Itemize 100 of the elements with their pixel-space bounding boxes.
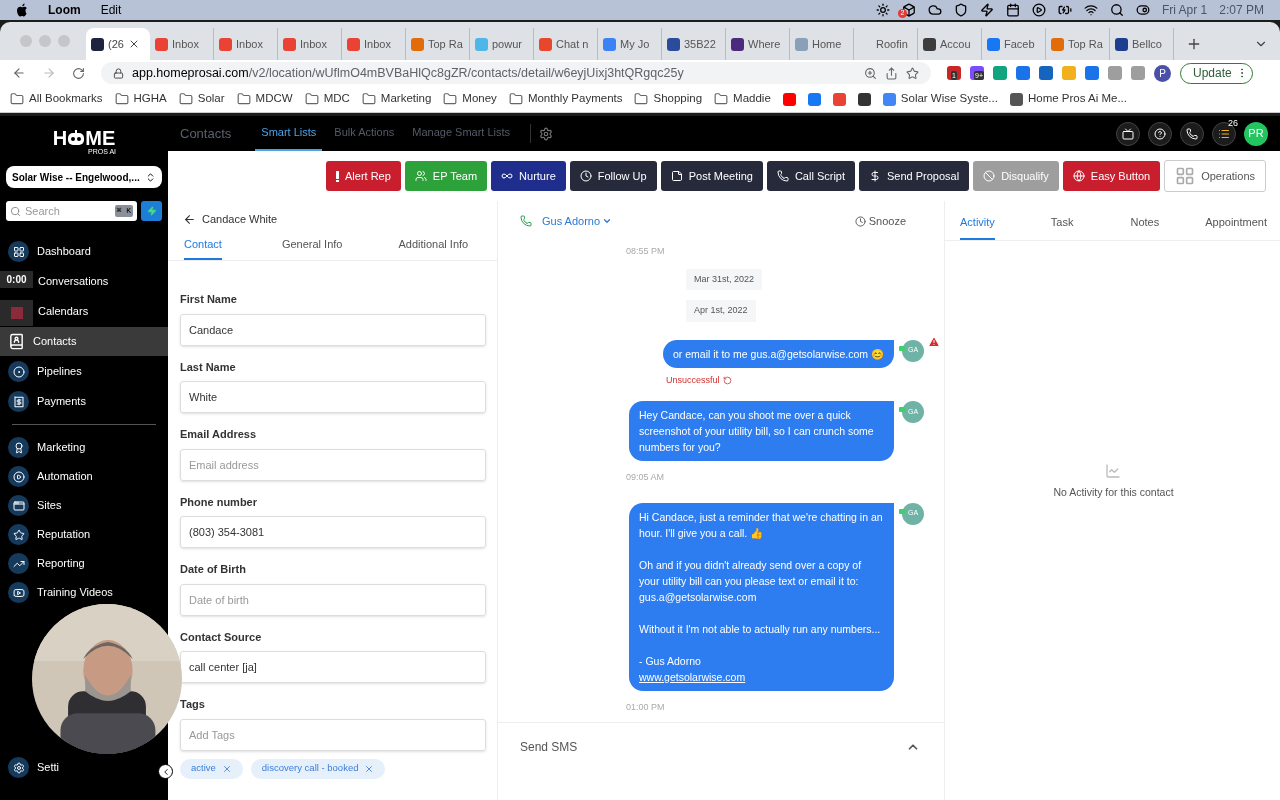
action-button[interactable]: Post Meeting <box>660 161 763 191</box>
nav-item[interactable]: Marketing <box>37 439 86 456</box>
nav-item[interactable]: Training Videos <box>37 584 113 601</box>
apple-icon[interactable] <box>16 3 28 17</box>
list-icon[interactable] <box>1212 121 1236 146</box>
input-field[interactable]: White <box>180 381 486 413</box>
action-button[interactable]: Nurture <box>491 161 566 191</box>
input-field[interactable]: Date of birth <box>180 583 486 616</box>
calendar-icon[interactable] <box>1005 3 1020 17</box>
field-label: Last Name <box>180 359 237 375</box>
location-selector[interactable]: Solar Wise -- Engelwood,... <box>6 166 162 188</box>
action-button[interactable]: Call Script <box>766 161 855 191</box>
message-time: 01:00 PM <box>626 700 666 714</box>
bookmark-star-icon[interactable] <box>906 66 919 80</box>
sms-icon <box>899 508 905 514</box>
nav-item[interactable]: Setti <box>37 759 59 776</box>
sun-icon[interactable] <box>875 3 890 17</box>
bookmark-link[interactable]: HGHA <box>133 90 167 108</box>
cloud-icon[interactable] <box>927 3 942 17</box>
url-text: app.homeprosai.com/v2/location/wUflmO4mBVBaHlQc8gZR/contacts/detail/w6eyjUixj3htQRgqc25y <box>132 64 684 82</box>
nav-item[interactable]: Dashboard <box>37 243 91 260</box>
zoom-icon[interactable] <box>864 66 877 80</box>
shield-icon[interactable] <box>953 3 968 17</box>
bookmark-link[interactable]: All Bookmarks <box>29 90 103 108</box>
bookmark-link[interactable]: Monthly Payments <box>527 90 623 108</box>
nav-item[interactable]: Reporting <box>37 555 85 572</box>
tag-chip[interactable]: active <box>180 758 243 779</box>
input-field[interactable]: Candace <box>180 313 486 346</box>
address-bar[interactable]: app.homeprosai.com/v2/location/wUflmO4mBVBaHlQc8gZR/contacts/detail/w6eyjUixj3htQRgqc25y <box>101 62 931 84</box>
bookmark-link[interactable]: Home Pros Ai Me... <box>1027 90 1127 108</box>
action-button[interactable]: Send Proposal <box>859 161 970 191</box>
nav-item[interactable]: Automation <box>37 468 93 485</box>
agent-dropdown[interactable]: Gus Adorno <box>542 212 613 230</box>
new-tab-icon[interactable] <box>1186 36 1202 52</box>
play-icon[interactable] <box>1031 3 1046 17</box>
phone-icon[interactable] <box>1180 121 1204 146</box>
caret-icon <box>602 216 613 226</box>
settings-icon[interactable] <box>8 757 29 778</box>
nav-item[interactable]: Sites <box>37 497 62 514</box>
site-icon[interactable] <box>1009 92 1023 106</box>
nav-item[interactable]: Reputation <box>37 526 91 543</box>
send-sms-bar[interactable]: Send SMS <box>498 722 944 770</box>
nav-item[interactable]: Conversations <box>38 273 109 290</box>
folder-icon <box>304 92 319 106</box>
back-icon[interactable] <box>183 212 196 226</box>
input-field[interactable]: Email address <box>180 448 486 481</box>
bookmark-link[interactable]: MDC <box>323 90 350 108</box>
share-icon[interactable] <box>885 66 898 80</box>
search-icon[interactable] <box>1109 3 1124 17</box>
contact-tab[interactable]: Contact <box>184 235 222 260</box>
contact-tab[interactable]: General Info <box>281 235 343 260</box>
back-icon[interactable] <box>12 66 26 80</box>
field-label: First Name <box>180 292 238 307</box>
profile-avatar[interactable]: P <box>1154 64 1171 82</box>
bookmark-link[interactable]: MDCW <box>255 90 293 108</box>
folder-icon <box>114 92 129 106</box>
activity-tab[interactable]: Appointment <box>1205 213 1267 240</box>
action-button[interactable]: Follow Up <box>569 161 657 191</box>
screen-icon[interactable] <box>1116 121 1140 146</box>
menu-item[interactable]: Edit <box>100 1 122 19</box>
website-link[interactable]: www.getsolarwise.com <box>639 668 884 685</box>
nav-item[interactable]: Calendars <box>38 303 89 320</box>
wifi-icon[interactable] <box>1083 3 1098 17</box>
bookmark-link[interactable]: Money <box>462 90 497 108</box>
menu-item[interactable]: Loom <box>48 1 81 19</box>
snooze-button[interactable]: Snooze <box>854 212 906 230</box>
message-text: Hi Candace, just a reminder that we're chatting in an hour. I'll give you a call. 👍 <box>639 509 884 541</box>
retry-icon[interactable] <box>722 375 732 385</box>
nav-item[interactable]: Pipelines <box>37 363 82 380</box>
action-button[interactable]: Easy Button <box>1062 161 1161 191</box>
input-field[interactable]: call center [ja] <box>180 651 486 683</box>
contact-tab[interactable]: Additional Info <box>398 235 469 260</box>
bookmark-link[interactable]: Marketing <box>380 90 432 108</box>
bookmark-link[interactable]: Maddie <box>733 90 771 108</box>
search-field[interactable]: Search ⌘ K <box>6 201 137 221</box>
action-button[interactable]: Alert Rep <box>326 161 401 191</box>
input-field[interactable]: Add Tags <box>180 718 486 751</box>
phone-icon <box>776 170 789 182</box>
quick-action-button[interactable] <box>141 201 162 221</box>
battery-icon[interactable] <box>1057 3 1072 17</box>
box-icon[interactable] <box>901 3 916 17</box>
ban-icon <box>983 170 996 182</box>
nav-item[interactable]: Contacts <box>0 327 168 356</box>
help-icon[interactable] <box>1148 121 1172 146</box>
site-icon[interactable] <box>857 92 871 106</box>
activity-tab[interactable]: Notes <box>1130 213 1160 240</box>
action-button[interactable]: Operations <box>1164 160 1266 192</box>
bookmark-link[interactable]: Solar <box>197 90 225 108</box>
tag-chip[interactable]: discovery call - booked <box>250 758 386 779</box>
input-field[interactable]: (803) 354-3081 <box>180 516 486 548</box>
remove-icon[interactable] <box>364 763 375 774</box>
activity-tab[interactable]: Activity <box>960 213 995 240</box>
bookmark-link[interactable]: Solar Wise Syste... <box>900 90 998 108</box>
nav-item[interactable]: Payments <box>37 393 86 410</box>
toggle-icon[interactable] <box>1135 3 1150 17</box>
browser-tab[interactable]: (26 <box>86 28 150 60</box>
bookmark-link[interactable]: Shopping <box>653 90 703 108</box>
activity-tab[interactable]: Task <box>1050 213 1074 240</box>
reload-icon[interactable] <box>72 66 85 80</box>
remove-icon[interactable] <box>221 763 232 774</box>
